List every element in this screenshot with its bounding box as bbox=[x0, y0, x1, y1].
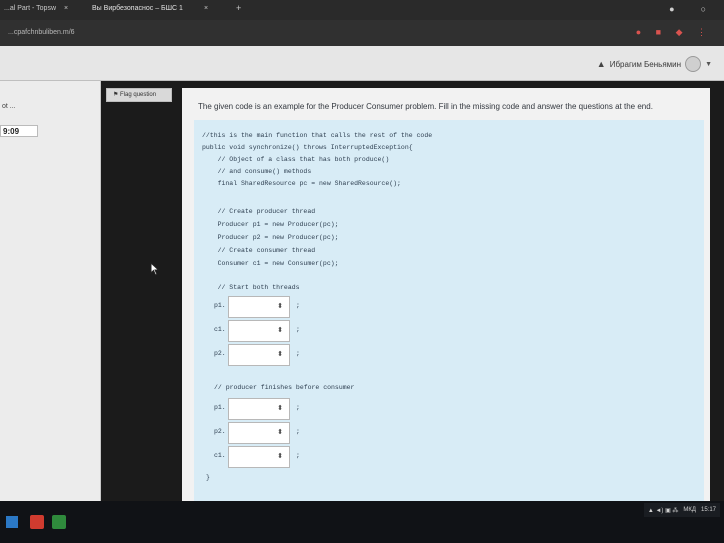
answer-suffix: ; bbox=[296, 350, 300, 357]
dropdown-arrows-icon: ⬍ bbox=[277, 429, 283, 436]
code-line: public void synchronize() throws Interru… bbox=[202, 144, 413, 151]
dropdown-arrows-icon: ⬍ bbox=[277, 453, 283, 460]
app-icon[interactable] bbox=[52, 515, 66, 529]
answer-suffix: ; bbox=[296, 452, 300, 459]
answer-suffix: ; bbox=[296, 404, 300, 411]
code-line: // and consume() methods bbox=[202, 168, 312, 175]
new-tab-button[interactable]: + bbox=[236, 3, 241, 13]
code-line: // Object of a class that has both produ… bbox=[202, 156, 390, 163]
answer-label: c1. bbox=[214, 452, 226, 459]
flag-icon: ⚑ bbox=[113, 92, 121, 98]
dropdown-arrows-icon: ⬍ bbox=[277, 303, 283, 310]
chevron-down-icon[interactable]: ▼ bbox=[705, 61, 712, 68]
code-line: // Start both threads bbox=[202, 284, 300, 291]
notification-bell-icon[interactable]: ▲ bbox=[597, 59, 606, 69]
clock[interactable]: 15:17 bbox=[701, 507, 716, 513]
question-text: The given code is an example for the Pro… bbox=[198, 102, 653, 111]
code-line: // Create producer thread bbox=[202, 208, 316, 215]
language-indicator[interactable]: МКД bbox=[683, 507, 696, 513]
code-line: final SharedResource pc = new SharedReso… bbox=[202, 180, 401, 187]
code-panel: //this is the main function that calls t… bbox=[194, 120, 704, 501]
dropdown-arrows-icon: ⬍ bbox=[277, 405, 283, 412]
window-controls: ● ○ bbox=[643, 4, 706, 14]
answer-suffix: ; bbox=[296, 302, 300, 309]
avatar[interactable] bbox=[685, 56, 702, 72]
answer-dropdown-c1-start[interactable]: ⬍ bbox=[228, 320, 290, 342]
answer-label: p1. bbox=[214, 404, 226, 411]
quiz-timer: 9:09 bbox=[0, 125, 38, 137]
site-header: ▲ Ибрагим Беньямин ▼ bbox=[0, 46, 724, 81]
answer-dropdown-p1-start[interactable]: ⬍ bbox=[228, 296, 290, 318]
answer-label: p2. bbox=[214, 428, 226, 435]
answer-label: p2. bbox=[214, 350, 226, 357]
opera-icon[interactable] bbox=[30, 515, 44, 529]
flag-question-label: Flag question bbox=[120, 92, 157, 98]
tab-close-icon[interactable]: × bbox=[204, 5, 208, 12]
closing-brace: } bbox=[206, 474, 210, 481]
flag-question-button[interactable]: ⚑ Flag question bbox=[106, 88, 172, 102]
answer-dropdown-p2-join[interactable]: ⬍ bbox=[228, 422, 290, 444]
tab-topsw[interactable]: ...al Part - Topsw bbox=[4, 5, 56, 12]
minimize-icon[interactable]: ● bbox=[669, 4, 674, 14]
extension-icons[interactable]: ● ■ ◆ ⋮ bbox=[636, 27, 712, 38]
taskbar: ▲ ◄) ▣ ⁂ МКД 15:17 bbox=[0, 501, 724, 543]
answer-label: p1. bbox=[214, 302, 226, 309]
system-tray: ▲ ◄) ▣ ⁂ МКД 15:17 bbox=[643, 503, 720, 517]
answer-dropdown-c1-join[interactable]: ⬍ bbox=[228, 446, 290, 468]
maximize-icon[interactable]: ○ bbox=[701, 4, 706, 14]
user-menu[interactable]: ▲ Ибрагим Беньямин ▼ bbox=[597, 56, 712, 72]
answer-suffix: ; bbox=[296, 326, 300, 333]
code-line: //this is the main function that calls t… bbox=[202, 132, 433, 139]
url-field[interactable]: ...cpafchnbuliben.m/6 bbox=[8, 29, 75, 36]
tab-close-icon[interactable]: × bbox=[64, 5, 68, 12]
code-line: Consumer c1 = new Consumer(pc); bbox=[202, 260, 339, 267]
answer-suffix: ; bbox=[296, 428, 300, 435]
code-line: Producer p1 = new Producer(pc); bbox=[202, 221, 339, 228]
code-line: // Create consumer thread bbox=[202, 247, 316, 254]
code-comment: // producer finishes before consumer bbox=[214, 384, 355, 391]
windows-start-icon[interactable] bbox=[6, 516, 18, 528]
browser-tab-bar: ...al Part - Topsw × Вы Вирбезопаснос – … bbox=[0, 0, 724, 20]
quiz-navigation: ot ... 9:09 bbox=[0, 81, 101, 501]
nav-title: ot ... bbox=[2, 103, 16, 110]
code-line: Producer p2 = new Producer(pc); bbox=[202, 234, 339, 241]
answer-dropdown-p2-start[interactable]: ⬍ bbox=[228, 344, 290, 366]
address-bar: ...cpafchnbuliben.m/6 ● ■ ◆ ⋮ bbox=[0, 20, 724, 46]
answer-dropdown-p1-join[interactable]: ⬍ bbox=[228, 398, 290, 420]
tray-icons[interactable]: ▲ ◄) ▣ ⁂ bbox=[648, 507, 679, 514]
user-name[interactable]: Ибрагим Беньямин bbox=[610, 60, 681, 69]
question-content: The given code is an example for the Pro… bbox=[182, 88, 710, 501]
dropdown-arrows-icon: ⬍ bbox=[277, 327, 283, 334]
answer-label: c1. bbox=[214, 326, 226, 333]
mouse-cursor-icon bbox=[150, 262, 160, 276]
dropdown-arrows-icon: ⬍ bbox=[277, 351, 283, 358]
tab-active[interactable]: Вы Вирбезопаснос – БШС 1 bbox=[92, 5, 183, 12]
